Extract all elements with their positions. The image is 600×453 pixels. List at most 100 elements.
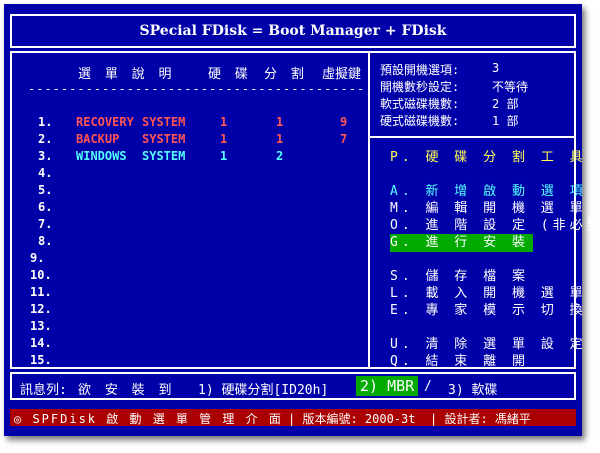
hdd-count-value: 1 部 xyxy=(492,114,519,128)
install-target-floppy[interactable]: 3) 軟碟 xyxy=(448,379,497,398)
entry-partition: 2 xyxy=(276,149,284,163)
main-panel: 選 單 說 明 硬 碟 分 割 虛擬鍵 --------------------… xyxy=(10,51,600,371)
menu-item-expert-mode[interactable]: E. 專 家 模 示 切 換 xyxy=(390,302,587,320)
footer-app-name: ◎ SPFDisk 啟 動 選 單 管 理 介 面 xyxy=(14,412,283,426)
boot-entry-row[interactable]: 7. xyxy=(12,217,368,234)
menu-key: L. xyxy=(390,286,414,301)
boot-manager-screen: SPecial FDisk = Boot Manager + FDisk 選 單… xyxy=(4,4,600,436)
menu-label: 編 輯 開 機 選 單 xyxy=(425,201,587,216)
entry-disk: 1 xyxy=(220,149,228,163)
hdd-count-label: 硬式磁碟機數: xyxy=(380,114,460,128)
entry-partition: 1 xyxy=(276,115,284,129)
header-hotkey: 虛擬鍵 xyxy=(322,67,362,82)
message-prompt: 訊息列: xyxy=(20,383,67,398)
entry-number: 15. xyxy=(30,353,52,367)
menu-key: E. xyxy=(390,303,414,318)
entry-name: RECOVERY xyxy=(76,115,134,129)
entry-system: SYSTEM xyxy=(142,132,186,146)
boot-entry-row[interactable]: 11. xyxy=(12,285,368,302)
menu-label: 載 入 開 機 選 單 xyxy=(425,286,587,301)
menu-key: G. xyxy=(390,235,414,250)
boot-entry-row[interactable]: 4. xyxy=(12,166,368,183)
menu-label: 進 行 安 裝 xyxy=(425,235,529,250)
entry-number: 6. xyxy=(38,200,53,214)
boot-entry-row[interactable]: 2. BACKUP SYSTEM 1 1 7 xyxy=(12,132,368,149)
header-divider: ----------------------------------------… xyxy=(28,82,364,96)
entry-number: 4. xyxy=(38,166,53,180)
boot-entry-row[interactable]: 1. RECOVERY SYSTEM 1 1 9 xyxy=(12,115,368,132)
menu-key: U. xyxy=(390,337,414,352)
message-text: 欲 安 裝 到 xyxy=(78,383,175,398)
boot-entry-row[interactable]: 6. xyxy=(12,200,368,217)
entry-system: SYSTEM xyxy=(142,115,186,129)
option-separator: / xyxy=(424,379,432,394)
install-target-partition[interactable]: 1) 硬碟分割[ID20h] xyxy=(198,379,328,398)
header-description: 選 單 說 明 xyxy=(78,67,175,82)
menu-key: A. xyxy=(390,184,414,199)
floppy-count-value: 2 部 xyxy=(492,97,519,111)
boot-entry-row[interactable]: 14. xyxy=(12,336,368,353)
footer-version: | 版本編號: 2000-3t xyxy=(288,412,416,426)
boot-entry-row[interactable]: 15. xyxy=(12,353,368,370)
menu-key: O. xyxy=(390,218,414,233)
menu-key: P. xyxy=(390,150,414,165)
entry-number: 11. xyxy=(30,285,52,299)
entry-number: 14. xyxy=(30,336,52,350)
boot-entry-row[interactable]: 3. WINDOWS SYSTEM 1 2 xyxy=(12,149,368,166)
menu-item-advanced-settings[interactable]: O. 進 階 設 定 (非必要) xyxy=(390,217,600,235)
vertical-divider xyxy=(368,53,370,367)
menu-item-edit-boot-menu[interactable]: M. 編 輯 開 機 選 單 xyxy=(390,200,587,218)
entry-name: WINDOWS xyxy=(76,149,127,163)
menu-label: 硬 碟 分 割 工 具 xyxy=(425,150,587,165)
entry-number: 12. xyxy=(30,302,52,316)
menu-item-partition-tool[interactable]: P. 硬 碟 分 割 工 具 xyxy=(390,149,587,167)
default-option-label: 預設開機選項: xyxy=(380,63,460,77)
entry-number: 9. xyxy=(30,251,45,265)
boot-delay-value: 不等待 xyxy=(492,80,529,94)
install-target-mbr[interactable]: 2) MBR xyxy=(356,376,419,396)
entry-system: SYSTEM xyxy=(142,149,186,163)
menu-key: Q. xyxy=(390,354,414,369)
menu-item-install[interactable]: G. 進 行 安 裝 xyxy=(390,234,533,252)
entry-number: 7. xyxy=(38,217,53,231)
menu-label: 新 增 啟 動 選 項 xyxy=(425,184,587,199)
menu-label: 儲 存 檔 案 xyxy=(425,269,529,284)
boot-entry-row[interactable]: 8. xyxy=(12,234,368,251)
footer-author: | 設計者: 馮緒平 xyxy=(430,412,531,426)
entry-partition: 1 xyxy=(276,132,284,146)
boot-entry-row[interactable]: 10. xyxy=(12,268,368,285)
menu-label: 結 束 離 開 xyxy=(425,354,529,369)
entry-number: 3. xyxy=(38,149,53,163)
boot-entry-row[interactable]: 5. xyxy=(12,183,368,200)
menu-item-add-boot-option[interactable]: A. 新 增 啟 動 選 項 xyxy=(390,183,587,201)
entry-hotkey: 9 xyxy=(340,115,348,129)
boot-entry-row[interactable]: 13. xyxy=(12,319,368,336)
menu-item-quit[interactable]: Q. 結 束 離 開 xyxy=(390,353,529,371)
message-bar: 訊息列: 欲 安 裝 到 1) 硬碟分割[ID20h] 2) MBR / 3) … xyxy=(10,372,576,400)
entry-number: 13. xyxy=(30,319,52,333)
menu-key: S. xyxy=(390,269,414,284)
boot-entry-row[interactable]: 12. xyxy=(12,302,368,319)
entry-number: 5. xyxy=(38,183,53,197)
menu-item-clear-menu[interactable]: U. 清 除 選 單 設 定 xyxy=(390,336,587,354)
entry-number: 2. xyxy=(38,132,53,146)
entry-number: 10. xyxy=(30,268,52,282)
entry-number: 8. xyxy=(38,234,53,248)
app-title: SPecial FDisk = Boot Manager + FDisk xyxy=(139,23,447,39)
boot-entry-row[interactable]: 9. xyxy=(12,251,368,268)
menu-item-load-boot-menu[interactable]: L. 載 入 開 機 選 單 xyxy=(390,285,587,303)
menu-label: 專 家 模 示 切 換 xyxy=(425,303,587,318)
title-bar: SPecial FDisk = Boot Manager + FDisk xyxy=(10,14,576,48)
horizontal-divider xyxy=(370,136,574,138)
header-partition: 分 割 xyxy=(264,67,307,82)
entry-number: 1. xyxy=(38,115,53,129)
footer-bar: ◎ SPFDisk 啟 動 選 單 管 理 介 面 | 版本編號: 2000-3… xyxy=(10,409,576,426)
menu-item-save-file[interactable]: S. 儲 存 檔 案 xyxy=(390,268,529,286)
entry-disk: 1 xyxy=(220,132,228,146)
floppy-count-label: 軟式磁碟機數: xyxy=(380,97,460,111)
boot-delay-label: 開機數秒設定: xyxy=(380,80,460,94)
menu-label: 清 除 選 單 設 定 xyxy=(425,337,587,352)
menu-key: M. xyxy=(390,201,414,216)
entry-hotkey: 7 xyxy=(340,132,348,146)
default-option-value: 3 xyxy=(492,61,500,75)
